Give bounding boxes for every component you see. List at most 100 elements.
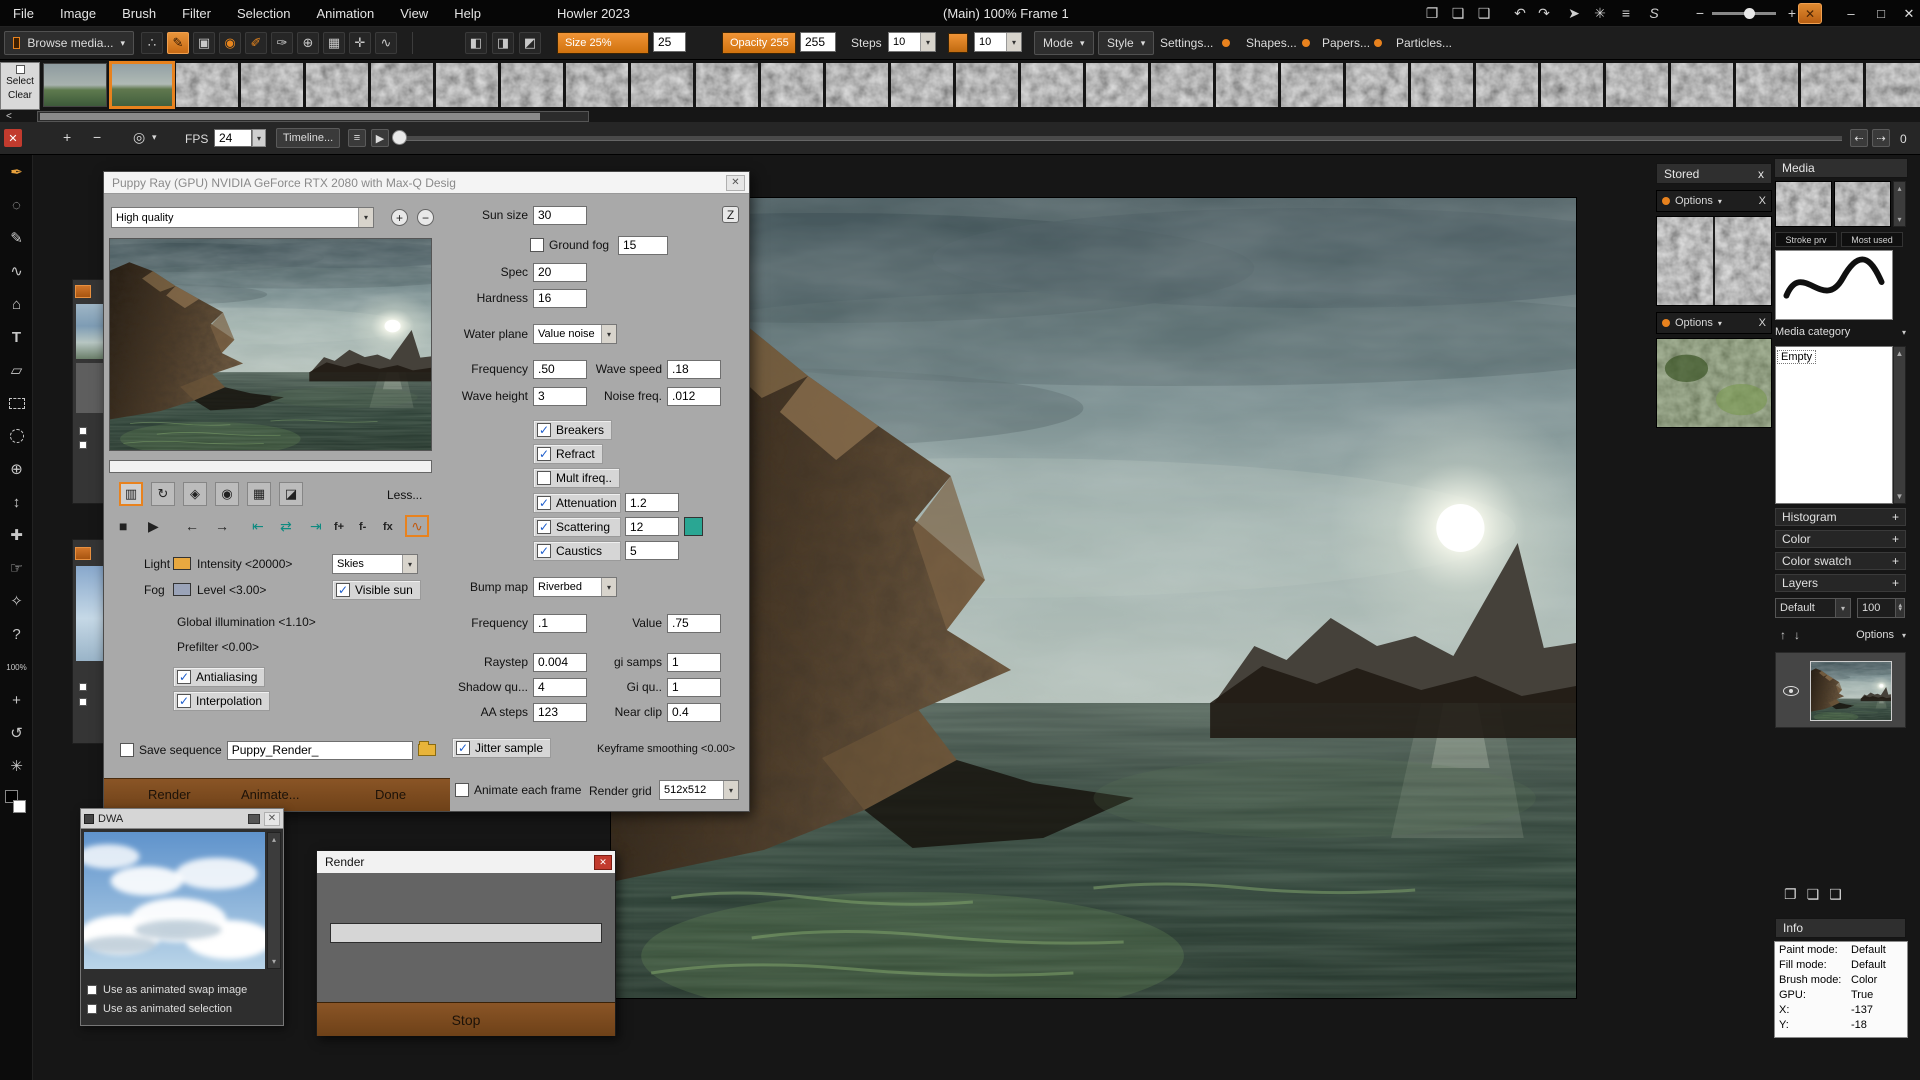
copy-layer-icon[interactable]: ❐ [1784,886,1797,903]
stop-playback-icon[interactable]: ■ [119,519,127,533]
path-mode-button[interactable]: ◈ [183,482,207,506]
zoom-out-preview-button[interactable]: − [417,209,434,226]
render-close-button[interactable]: ✕ [594,855,612,870]
size-value-field[interactable]: 25 [653,32,686,52]
chevron-down-icon[interactable]: ▾ [152,132,157,143]
menubar-zoom-knob[interactable] [1744,8,1755,19]
mode-dropdown[interactable]: Mode▾ [1034,31,1094,55]
target-mode-button[interactable]: ◉ [215,482,239,506]
sun-size-field[interactable]: 30 [533,206,587,225]
stored-texture-thumbnail[interactable] [1656,216,1772,306]
pen-tool-icon[interactable]: ✎ [167,32,189,54]
layer-blend-mode-select[interactable]: Default▾ [1775,598,1851,618]
density-swatch-icon[interactable] [948,33,968,53]
effects-tool-icon[interactable]: ✳ [0,754,33,778]
animate-button[interactable]: Animate... [241,787,300,802]
select-button[interactable]: Select [1,76,39,87]
render-dialog-titlebar[interactable]: Render ✕ [317,851,615,873]
fog-level-slider-label[interactable]: Level <3.00> [197,583,266,597]
delete-keyframe-button[interactable]: f- [359,522,366,533]
pointer-icon[interactable]: ➤ [1562,5,1586,22]
visible-sun-checkbox[interactable]: ✓Visible sun [332,580,421,600]
intensity-slider-label[interactable]: Intensity <20000> [197,557,292,571]
new-layer-icon[interactable]: ❑ [1829,886,1842,903]
scroll-tool-icon[interactable]: ↕ [0,490,33,514]
list-item-empty[interactable]: Empty [1778,351,1815,363]
filmstrip-frames[interactable] [176,63,1920,107]
breakers-checkbox[interactable]: ✓Breakers [533,420,612,440]
pencil-tool-icon[interactable]: ✐ [245,32,267,54]
undo-icon[interactable]: ↶ [1508,5,1532,22]
layer-up-icon[interactable]: ↑ [1780,628,1786,642]
stored-terrain-thumbnail[interactable] [1656,338,1772,428]
near-clip-field[interactable]: 0.4 [667,703,721,722]
expand-icon[interactable]: + [1892,532,1899,546]
attenuation-checkbox[interactable]: ✓Attenuation [533,493,621,513]
add-keyframe-button[interactable]: f+ [334,522,344,533]
animated-selection-row[interactable]: Use as animated selection [87,1003,232,1015]
frame-list-button[interactable]: ≡ [348,129,366,147]
light-color-swatch[interactable] [173,557,191,570]
sliver-checkbox[interactable] [79,683,87,691]
expand-icon[interactable]: + [1892,554,1899,568]
opacity-slider[interactable]: Opacity 255 [722,32,796,54]
layer-visibility-eye-icon[interactable] [1783,686,1799,696]
camera-mode-button[interactable]: ▥ [119,482,143,506]
scroll-up-icon[interactable]: ▴ [272,835,276,844]
folder-icon[interactable] [418,744,436,756]
undo-tool-icon[interactable]: ↺ [0,721,33,745]
less-button[interactable]: Less... [387,488,422,502]
next-frame-button[interactable]: ⇢ [1872,129,1890,147]
zoom-level-button[interactable]: 100% [0,655,33,679]
layers-section-header[interactable]: Layers + [1775,574,1906,592]
interpolation-checkbox[interactable]: ✓Interpolation [173,691,270,711]
timeline-button[interactable]: Timeline... [276,128,340,148]
wave-profile-button[interactable]: ∿ [405,515,429,537]
scroll-down-icon[interactable]: ▾ [272,957,276,966]
window-shade-button[interactable] [248,814,260,824]
menu-animation[interactable]: Animation [303,0,387,27]
shadow-quality-field[interactable]: 4 [533,678,587,697]
pattern-tool-icon[interactable]: ▦ [323,32,345,54]
tab-most-used[interactable]: Most used [1841,232,1903,247]
zoom-in-preview-button[interactable]: + [391,209,408,226]
stop-button[interactable]: Stop [317,1002,615,1036]
first-keyframe-icon[interactable]: ⇤ [252,519,264,533]
frame-thumbnail[interactable] [43,63,107,107]
frequency-field[interactable]: .50 [533,360,587,379]
water-plane-select[interactable]: Value noise▾ [533,324,617,344]
stored-options-row[interactable]: Options ▾ X [1656,312,1772,334]
histogram-section-header[interactable]: Histogram + [1775,508,1906,526]
menu-filter[interactable]: Filter [169,0,224,27]
listbox-scrollbar[interactable]: ▲ ▼ [1893,346,1906,504]
warp-tool-icon[interactable]: ▱ [0,358,33,382]
info-panel-header[interactable]: Info [1775,918,1906,938]
layer-options-label[interactable]: Options [1856,629,1894,641]
layer-thumbnail[interactable] [1810,661,1892,721]
attenuation-field[interactable]: 1.2 [625,493,679,512]
add-tool-icon[interactable]: + [0,688,33,712]
brush-tool-icon[interactable]: ✎ [0,226,33,250]
fps-dropdown-button[interactable]: ▾ [252,129,266,147]
swap-keyframe-icon[interactable]: ⇄ [280,519,292,533]
airbrush-tool-icon[interactable]: ◉ [219,32,241,54]
media-thumbnail[interactable] [1834,181,1891,227]
ink-tool-icon[interactable]: ✑ [271,32,293,54]
next-frame-icon[interactable]: → [215,519,229,533]
media-panel-header[interactable]: Media [1774,158,1908,178]
grid-mode-button[interactable]: ▦ [247,482,271,506]
layer-item[interactable] [1775,652,1906,728]
sequence-name-field[interactable]: Puppy_Render_ [227,741,413,760]
filmstrip-scroll-thumb[interactable] [40,113,540,120]
bump-value-field[interactable]: .75 [667,614,721,633]
scatter-dots-icon[interactable]: ∴ [141,32,163,54]
media-thumbnail[interactable] [1775,181,1832,227]
mult-ifreq-checkbox[interactable]: Mult ifreq.. [533,468,620,488]
steps-select[interactable]: 10▾ [888,32,936,52]
color-picker-tool-icon[interactable]: ✒ [0,160,33,184]
wave-speed-field[interactable]: .18 [667,360,721,379]
fps-value-field[interactable]: 24 [214,129,252,147]
lasso-tool-icon[interactable]: ◌ [0,193,33,217]
aa-steps-field[interactable]: 123 [533,703,587,722]
swap-image-checkbox[interactable] [87,985,97,995]
